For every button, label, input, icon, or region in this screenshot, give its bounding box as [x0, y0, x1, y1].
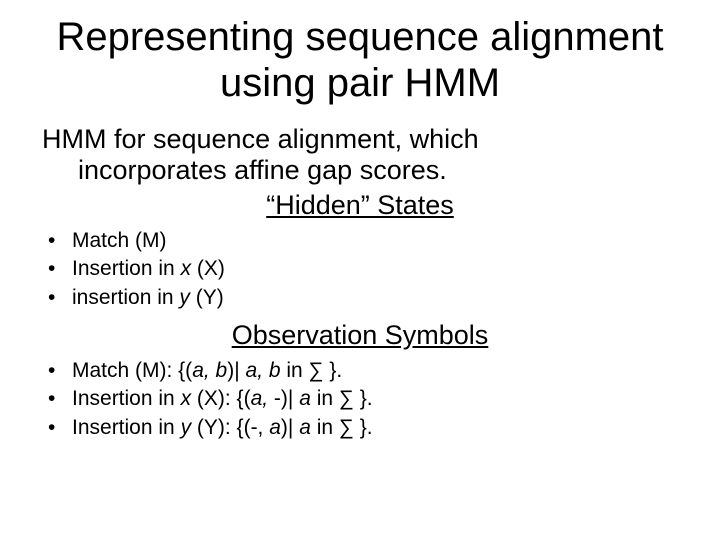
list-item: Match (M): {(a, b)| a, b in ∑ }. — [42, 357, 684, 385]
list-item: Insertion in x (X) — [42, 255, 684, 283]
text-italic: y — [181, 416, 192, 439]
text: Match (M) — [72, 229, 167, 252]
list-item: Insertion in y (Y): {(-, a)| a in ∑ }. — [42, 414, 684, 442]
text: Insertion in — [72, 387, 181, 410]
intro-line-2: incorporates affine gap scores. — [42, 155, 684, 186]
text: in ∑ }. — [281, 359, 343, 382]
text-italic: x — [181, 257, 192, 280]
slide-title: Representing sequence alignment using pa… — [36, 14, 684, 106]
observation-symbols-list: Match (M): {(a, b)| a, b in ∑ }. Inserti… — [36, 357, 684, 442]
text-italic: a, — [251, 387, 269, 410]
hidden-states-list: Match (M) Insertion in x (X) insertion i… — [36, 227, 684, 312]
text-italic: a — [299, 387, 311, 410]
text: )| — [227, 359, 245, 382]
intro-line-1: HMM for sequence alignment, which — [42, 124, 479, 154]
text: )| — [281, 416, 299, 439]
text: in ∑ }. — [311, 416, 373, 439]
text-italic: y — [179, 286, 190, 309]
text-italic: a, b — [192, 359, 227, 382]
text: Insertion in — [72, 416, 181, 439]
intro-text: HMM for sequence alignment, which incorp… — [36, 124, 684, 186]
text: (Y) — [190, 286, 224, 309]
text: (Y): {(-, — [191, 416, 269, 439]
text-italic: x — [181, 387, 192, 410]
text-italic: a — [299, 416, 311, 439]
text: in ∑ }. — [311, 387, 373, 410]
text-italic: a — [269, 416, 281, 439]
text: -)| — [268, 387, 299, 410]
section-hidden-states: “Hidden” States — [36, 190, 684, 221]
list-item: Match (M) — [42, 227, 684, 255]
text-italic: a, b — [246, 359, 281, 382]
text: (X): {( — [191, 387, 251, 410]
text: insertion in — [72, 286, 179, 309]
text: Insertion in — [72, 257, 181, 280]
text: Match (M): {( — [72, 359, 192, 382]
section-observation-symbols: Observation Symbols — [36, 320, 684, 351]
text: (X) — [191, 257, 225, 280]
list-item: Insertion in x (X): {(a, -)| a in ∑ }. — [42, 385, 684, 413]
list-item: insertion in y (Y) — [42, 284, 684, 312]
